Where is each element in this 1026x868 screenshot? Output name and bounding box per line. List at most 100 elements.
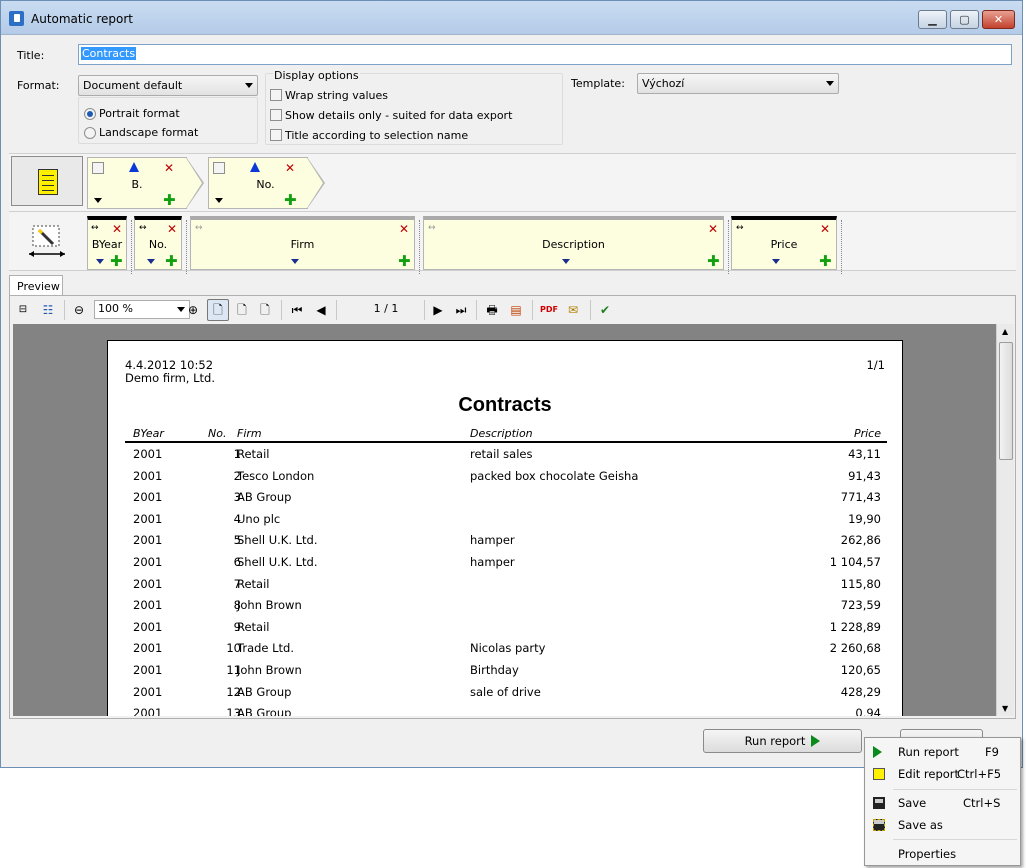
add-icon[interactable]: ✚ — [819, 254, 832, 269]
cell-description: retail sales — [470, 447, 533, 461]
details-label[interactable]: Show details only - suited for data expo… — [285, 109, 512, 122]
sort-ascending-icon[interactable] — [250, 162, 260, 172]
minimize-button[interactable]: ▁ — [918, 10, 947, 29]
email-icon[interactable]: ✉ — [565, 302, 581, 318]
add-icon[interactable]: ✚ — [165, 254, 178, 269]
zoom-out-icon[interactable]: ⊖ — [72, 302, 86, 318]
preview-canvas[interactable]: 4.4.2012 10:52 Demo firm, Ltd. 1/1 Contr… — [13, 324, 996, 716]
collapse-icon[interactable]: ⊟ — [16, 302, 30, 318]
print-setup-icon[interactable]: ▤ — [508, 302, 524, 318]
column-chip-price[interactable]: ↔ ✕ Price ✚ — [731, 216, 842, 274]
cell-firm: AB Group — [237, 706, 292, 716]
format-select[interactable]: Document default — [78, 75, 258, 96]
chevron-down-icon[interactable] — [147, 259, 155, 264]
run-report-button[interactable]: Run report — [703, 729, 862, 753]
menu-item-properties[interactable]: Properties — [865, 843, 1020, 865]
landscape-radio[interactable] — [84, 127, 96, 139]
add-icon[interactable]: ✚ — [163, 193, 176, 208]
add-icon[interactable]: ✚ — [284, 193, 297, 208]
chevron-down-icon[interactable] — [94, 198, 102, 203]
resize-icon[interactable]: ↔ — [139, 224, 147, 233]
chevron-down-icon[interactable] — [96, 259, 104, 264]
menu-item-save-as[interactable]: Save as — [865, 814, 1020, 836]
title-input[interactable]: Contracts — [78, 44, 1012, 65]
column-chip-label: BYear — [91, 238, 123, 251]
pdf-export-icon[interactable]: PDF — [540, 302, 558, 318]
add-icon[interactable]: ✚ — [398, 254, 411, 269]
sort-chip-checkbox[interactable] — [213, 162, 225, 174]
last-page-icon[interactable]: ⏭ — [454, 302, 468, 318]
resize-icon[interactable]: ↔ — [736, 224, 744, 233]
menu-item-edit-report[interactable]: Edit report Ctrl+F5 — [865, 763, 1020, 785]
portrait-label[interactable]: Portrait format — [99, 107, 180, 120]
table-row: 2001 9 Retail 1 228,89 — [108, 620, 902, 641]
chevron-down-icon[interactable] — [772, 259, 780, 264]
vertical-scrollbar[interactable]: ▲ ▼ — [996, 324, 1014, 716]
cell-firm: John Brown — [237, 663, 302, 677]
maximize-button[interactable]: ▢ — [950, 10, 979, 29]
resize-icon[interactable]: ↔ — [195, 224, 203, 233]
remove-icon[interactable]: ✕ — [708, 223, 718, 235]
wrap-checkbox[interactable] — [270, 89, 282, 101]
remove-icon[interactable]: ✕ — [167, 223, 177, 235]
resize-icon[interactable]: ↔ — [91, 224, 99, 233]
remove-icon[interactable]: ✕ — [820, 223, 830, 235]
table-row: 2001 13 AB Group 0,94 — [108, 706, 902, 716]
cell-firm: Trade Ltd. — [237, 641, 295, 656]
wrap-label[interactable]: Wrap string values — [285, 89, 388, 102]
column-chip-no[interactable]: ↔ ✕ No. ✚ — [134, 216, 187, 274]
chevron-down-icon[interactable] — [562, 259, 570, 264]
cell-firm: AB Group — [237, 684, 292, 699]
previous-page-icon[interactable]: ◀ — [314, 302, 328, 318]
tree-icon[interactable]: ☷ — [40, 302, 56, 318]
page-indicator[interactable]: 1 / 1 — [341, 302, 431, 318]
report-page: 4.4.2012 10:52 Demo firm, Ltd. 1/1 Contr… — [107, 340, 903, 716]
menu-item-save[interactable]: Save Ctrl+S — [865, 792, 1020, 814]
zoom-in-icon[interactable]: ⊕ — [186, 302, 200, 318]
zoom-select[interactable]: 100 % — [94, 300, 190, 319]
column-chip-firm[interactable]: ↔ ✕ Firm ✚ — [190, 216, 420, 274]
sort-settings-button[interactable] — [11, 156, 83, 206]
cell-description: hamper — [470, 555, 515, 569]
landscape-label[interactable]: Landscape format — [99, 126, 198, 139]
title-bar[interactable]: Automatic report ▁ ▢ ✕ — [1, 1, 1022, 35]
template-select[interactable]: Výchozí — [637, 73, 839, 94]
chevron-down-icon[interactable] — [291, 259, 299, 264]
add-icon[interactable]: ✚ — [707, 254, 720, 269]
header-no: No. — [208, 427, 227, 440]
cell-price: 1 228,89 — [829, 619, 881, 634]
title-selection-label[interactable]: Title according to selection name — [285, 129, 468, 142]
resize-icon[interactable]: ↔ — [428, 224, 436, 233]
tab-preview[interactable]: Preview — [9, 275, 63, 296]
table-row: 2001 12 AB Group sale of drive 428,29 — [108, 685, 902, 706]
menu-item-run-report[interactable]: Run report F9 — [865, 741, 1020, 763]
remove-icon[interactable]: ✕ — [164, 162, 174, 174]
add-icon[interactable]: ✚ — [110, 254, 123, 269]
check-options-icon[interactable]: ✔ — [597, 302, 613, 318]
display-options-label: Display options — [273, 69, 360, 82]
portrait-radio[interactable] — [84, 108, 96, 120]
close-button[interactable]: ✕ — [982, 10, 1015, 29]
first-page-icon[interactable]: ⏮ — [290, 302, 304, 318]
remove-icon[interactable]: ✕ — [112, 223, 122, 235]
sort-ascending-icon[interactable] — [129, 162, 139, 172]
scroll-up-icon[interactable]: ▲ — [1002, 327, 1008, 336]
report-title: Contracts — [458, 394, 552, 416]
remove-icon[interactable]: ✕ — [285, 162, 295, 174]
details-checkbox[interactable] — [270, 109, 282, 121]
remove-icon[interactable]: ✕ — [399, 223, 409, 235]
title-selection-checkbox[interactable] — [270, 129, 282, 141]
whole-page-icon[interactable]: 🗋 — [257, 302, 273, 318]
column-chip-description[interactable]: ↔ ✕ Description ✚ — [423, 216, 729, 274]
chevron-down-icon[interactable] — [215, 198, 223, 203]
print-icon[interactable]: 🖶 — [484, 302, 500, 318]
scrollbar-thumb[interactable] — [999, 342, 1013, 460]
next-page-icon[interactable]: ▶ — [431, 302, 445, 318]
column-chip-byear[interactable]: ↔ ✕ BYear ✚ — [87, 216, 132, 274]
template-label: Template: — [571, 77, 625, 90]
page-width-icon[interactable]: 🗋 — [234, 302, 250, 318]
sort-chip-checkbox[interactable] — [92, 162, 104, 174]
scroll-down-icon[interactable]: ▼ — [1002, 704, 1008, 713]
single-page-icon[interactable]: 🗋 — [207, 299, 229, 321]
column-settings-button[interactable] — [11, 216, 83, 266]
